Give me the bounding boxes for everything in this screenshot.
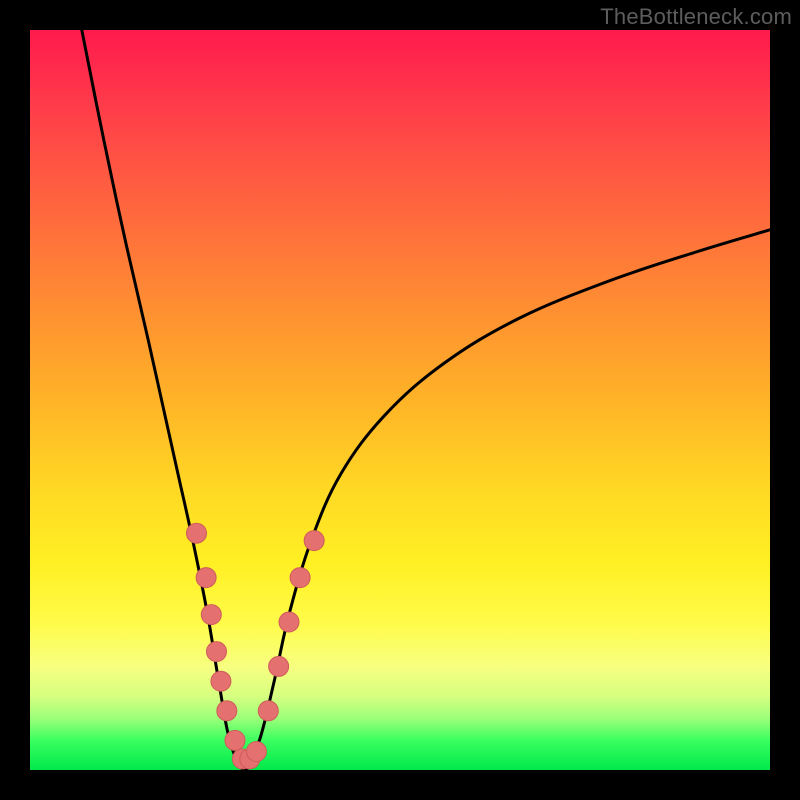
curve-marker [211,671,231,691]
chart-plot-area [30,30,770,770]
watermark-text: TheBottleneck.com [600,4,792,30]
curve-marker [206,642,226,662]
bottleneck-curve [82,30,770,770]
curve-marker [187,523,207,543]
curve-marker [258,701,278,721]
chart-svg [30,30,770,770]
curve-marker [304,531,324,551]
curve-marker [225,730,245,750]
curve-marker [290,568,310,588]
curve-marker [201,605,221,625]
curve-marker [279,612,299,632]
curve-marker [246,742,266,762]
curve-marker [269,656,289,676]
chart-frame: TheBottleneck.com [0,0,800,800]
curve-marker [196,568,216,588]
curve-marker [217,701,237,721]
